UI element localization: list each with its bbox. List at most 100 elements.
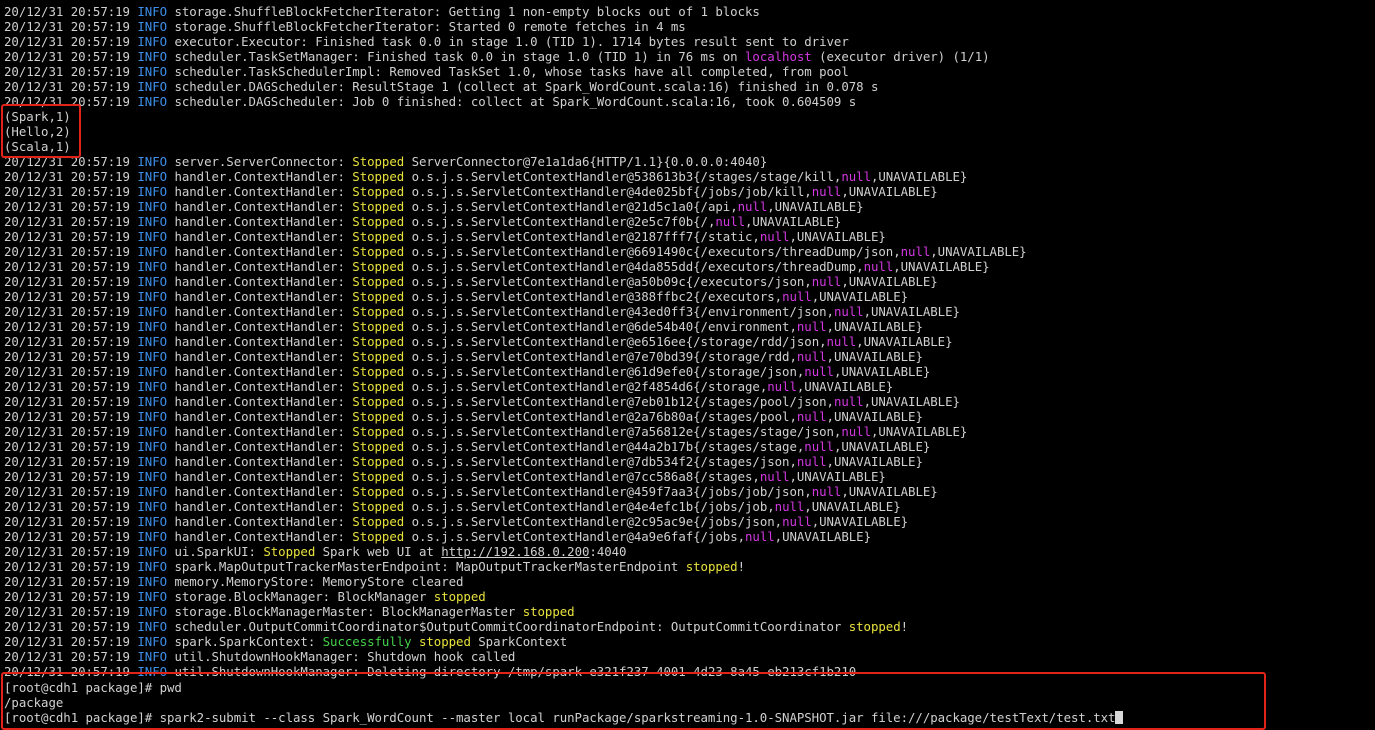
- log-text: ,UNAVAILABLE}: [863, 304, 960, 319]
- log-level: INFO: [137, 379, 168, 394]
- log-line: 20/12/31 20:57:19 INFO handler.ContextHa…: [4, 319, 923, 334]
- log-text: null: [811, 274, 842, 289]
- log-text: handler.ContextHandler:: [167, 364, 353, 379]
- log-line: 20/12/31 20:57:19 INFO handler.ContextHa…: [4, 364, 930, 379]
- log-text: o.s.j.s.ServletContextHandler@2f4854d6{/…: [404, 379, 768, 394]
- log-line: 20/12/31 20:57:19 INFO scheduler.TaskSch…: [4, 64, 849, 79]
- log-line: 20/12/31 20:57:19 INFO handler.ContextHa…: [4, 304, 960, 319]
- log-text: scheduler.OutputCommitCoordinator$Output…: [167, 619, 849, 634]
- url-link[interactable]: http://192.168.0.200: [441, 544, 589, 559]
- log-line: 20/12/31 20:57:19 INFO handler.ContextHa…: [4, 184, 938, 199]
- log-level: INFO: [137, 79, 168, 94]
- log-text: ,UNAVAILABLE}: [893, 259, 990, 274]
- log-text: stopped: [418, 634, 471, 649]
- prompt-line: [root@cdh1 package]# pwd: [4, 680, 182, 695]
- log-level: INFO: [137, 214, 168, 229]
- log-timestamp: 20/12/31 20:57:19: [4, 499, 130, 514]
- log-timestamp: 20/12/31 20:57:19: [4, 364, 130, 379]
- log-level: INFO: [137, 439, 168, 454]
- log-text: o.s.j.s.ServletContextHandler@61d9efe0{/…: [404, 364, 805, 379]
- log-timestamp: 20/12/31 20:57:19: [4, 169, 130, 184]
- log-text: Stopped: [352, 499, 405, 514]
- log-text: handler.ContextHandler:: [167, 334, 353, 349]
- log-text: o.s.j.s.ServletContextHandler@a50b09c{/e…: [404, 274, 812, 289]
- log-timestamp: 20/12/31 20:57:19: [4, 469, 130, 484]
- log-text: (Hello,2): [4, 124, 71, 139]
- log-text: scheduler.TaskSetManager: Finished task …: [167, 49, 745, 64]
- log-timestamp: 20/12/31 20:57:19: [4, 559, 130, 574]
- log-text: Stopped: [352, 319, 405, 334]
- log-line: 20/12/31 20:57:19 INFO scheduler.DAGSche…: [4, 79, 878, 94]
- log-text: o.s.j.s.ServletContextHandler@4e4efc1b{/…: [404, 499, 775, 514]
- log-line: 20/12/31 20:57:19 INFO spark.SparkContex…: [4, 634, 567, 649]
- log-line: 20/12/31 20:57:19 INFO handler.ContextHa…: [4, 469, 886, 484]
- log-text: ,UNAVAILABLE}: [833, 364, 931, 379]
- log-text: null: [826, 334, 857, 349]
- log-text: null: [900, 244, 931, 259]
- log-text: :4040: [589, 544, 627, 559]
- log-line: 20/12/31 20:57:19 INFO executor.Executor…: [4, 34, 849, 49]
- log-line: 20/12/31 20:57:19 INFO handler.ContextHa…: [4, 409, 923, 424]
- log-text: o.s.j.s.ServletContextHandler@7a56812e{/…: [404, 424, 842, 439]
- log-text: o.s.j.s.ServletContextHandler@2187fff7{/…: [404, 229, 760, 244]
- log-line: 20/12/31 20:57:19 INFO handler.ContextHa…: [4, 244, 1027, 259]
- log-text: /package: [4, 695, 64, 710]
- log-text: (Scala,1): [4, 139, 71, 154]
- log-level: INFO: [137, 259, 168, 274]
- log-text: ,UNAVAILABLE}: [826, 454, 923, 469]
- log-line: 20/12/31 20:57:19 INFO util.ShutdownHook…: [4, 649, 515, 664]
- log-level: INFO: [137, 199, 168, 214]
- log-timestamp: 20/12/31 20:57:19: [4, 349, 130, 364]
- log-line: 20/12/31 20:57:19 INFO scheduler.OutputC…: [4, 619, 908, 634]
- log-timestamp: 20/12/31 20:57:19: [4, 274, 130, 289]
- log-text: Stopped: [352, 274, 405, 289]
- log-text: o.s.j.s.ServletContextHandler@6691490c{/…: [404, 244, 901, 259]
- log-text: null: [745, 529, 775, 544]
- log-text: ,UNAVAILABLE}: [863, 394, 960, 409]
- log-line: 20/12/31 20:57:19 INFO handler.ContextHa…: [4, 214, 841, 229]
- log-text: handler.ContextHandler:: [167, 304, 353, 319]
- log-text: ServerConnector@7e1a1da6{HTTP/1.1}{0.0.0…: [404, 154, 768, 169]
- terminal-window[interactable]: 20/12/31 20:57:19 INFO storage.ShuffleBl…: [0, 0, 1375, 730]
- log-text: Stopped: [352, 469, 405, 484]
- log-line: 20/12/31 20:57:19 INFO storage.ShuffleBl…: [4, 4, 760, 19]
- log-level: INFO: [137, 529, 168, 544]
- log-line: 20/12/31 20:57:19 INFO handler.ContextHa…: [4, 499, 901, 514]
- log-level: INFO: [137, 169, 168, 184]
- log-level: INFO: [137, 274, 168, 289]
- log-level: INFO: [137, 154, 168, 169]
- log-line: 20/12/31 20:57:19 INFO memory.MemoryStor…: [4, 574, 463, 589]
- log-text: handler.ContextHandler:: [167, 529, 353, 544]
- log-text: Stopped: [352, 304, 405, 319]
- log-line: 20/12/31 20:57:19 INFO handler.ContextHa…: [4, 484, 938, 499]
- log-text: handler.ContextHandler:: [167, 289, 353, 304]
- log-line: 20/12/31 20:57:19 INFO scheduler.TaskSet…: [4, 49, 990, 64]
- log-level: INFO: [137, 229, 168, 244]
- prompt-line: /package: [4, 695, 63, 710]
- log-text: [root@cdh1 package]# spark2-submit --cla…: [4, 710, 1116, 725]
- log-timestamp: 20/12/31 20:57:19: [4, 604, 130, 619]
- log-text: scheduler.DAGScheduler: Job 0 finished: …: [167, 94, 857, 109]
- log-text: ui.SparkUI:: [167, 544, 264, 559]
- log-text: null: [796, 409, 827, 424]
- log-level: INFO: [137, 544, 168, 559]
- log-level: INFO: [137, 34, 168, 49]
- log-text: o.s.j.s.ServletContextHandler@44a2b17b{/…: [404, 439, 805, 454]
- log-line: 20/12/31 20:57:19 INFO handler.ContextHa…: [4, 454, 923, 469]
- log-text: null: [804, 439, 834, 454]
- log-timestamp: 20/12/31 20:57:19: [4, 49, 130, 64]
- log-text: null: [759, 469, 790, 484]
- log-text: ,UNAVAILABLE}: [841, 184, 938, 199]
- log-text: null: [796, 349, 827, 364]
- log-text: handler.ContextHandler:: [167, 169, 353, 184]
- log-text: handler.ContextHandler:: [167, 319, 353, 334]
- log-text: Stopped: [352, 199, 405, 214]
- log-text: Stopped: [352, 214, 405, 229]
- log-text: ,UNAVAILABLE}: [856, 334, 953, 349]
- log-timestamp: 20/12/31 20:57:19: [4, 94, 130, 109]
- result-line: (Spark,1): [4, 109, 71, 124]
- log-timestamp: 20/12/31 20:57:19: [4, 634, 130, 649]
- log-text: o.s.j.s.ServletContextHandler@2c95ac9e{/…: [404, 514, 783, 529]
- log-line: 20/12/31 20:57:19 INFO handler.ContextHa…: [4, 349, 923, 364]
- log-text: Stopped: [352, 379, 405, 394]
